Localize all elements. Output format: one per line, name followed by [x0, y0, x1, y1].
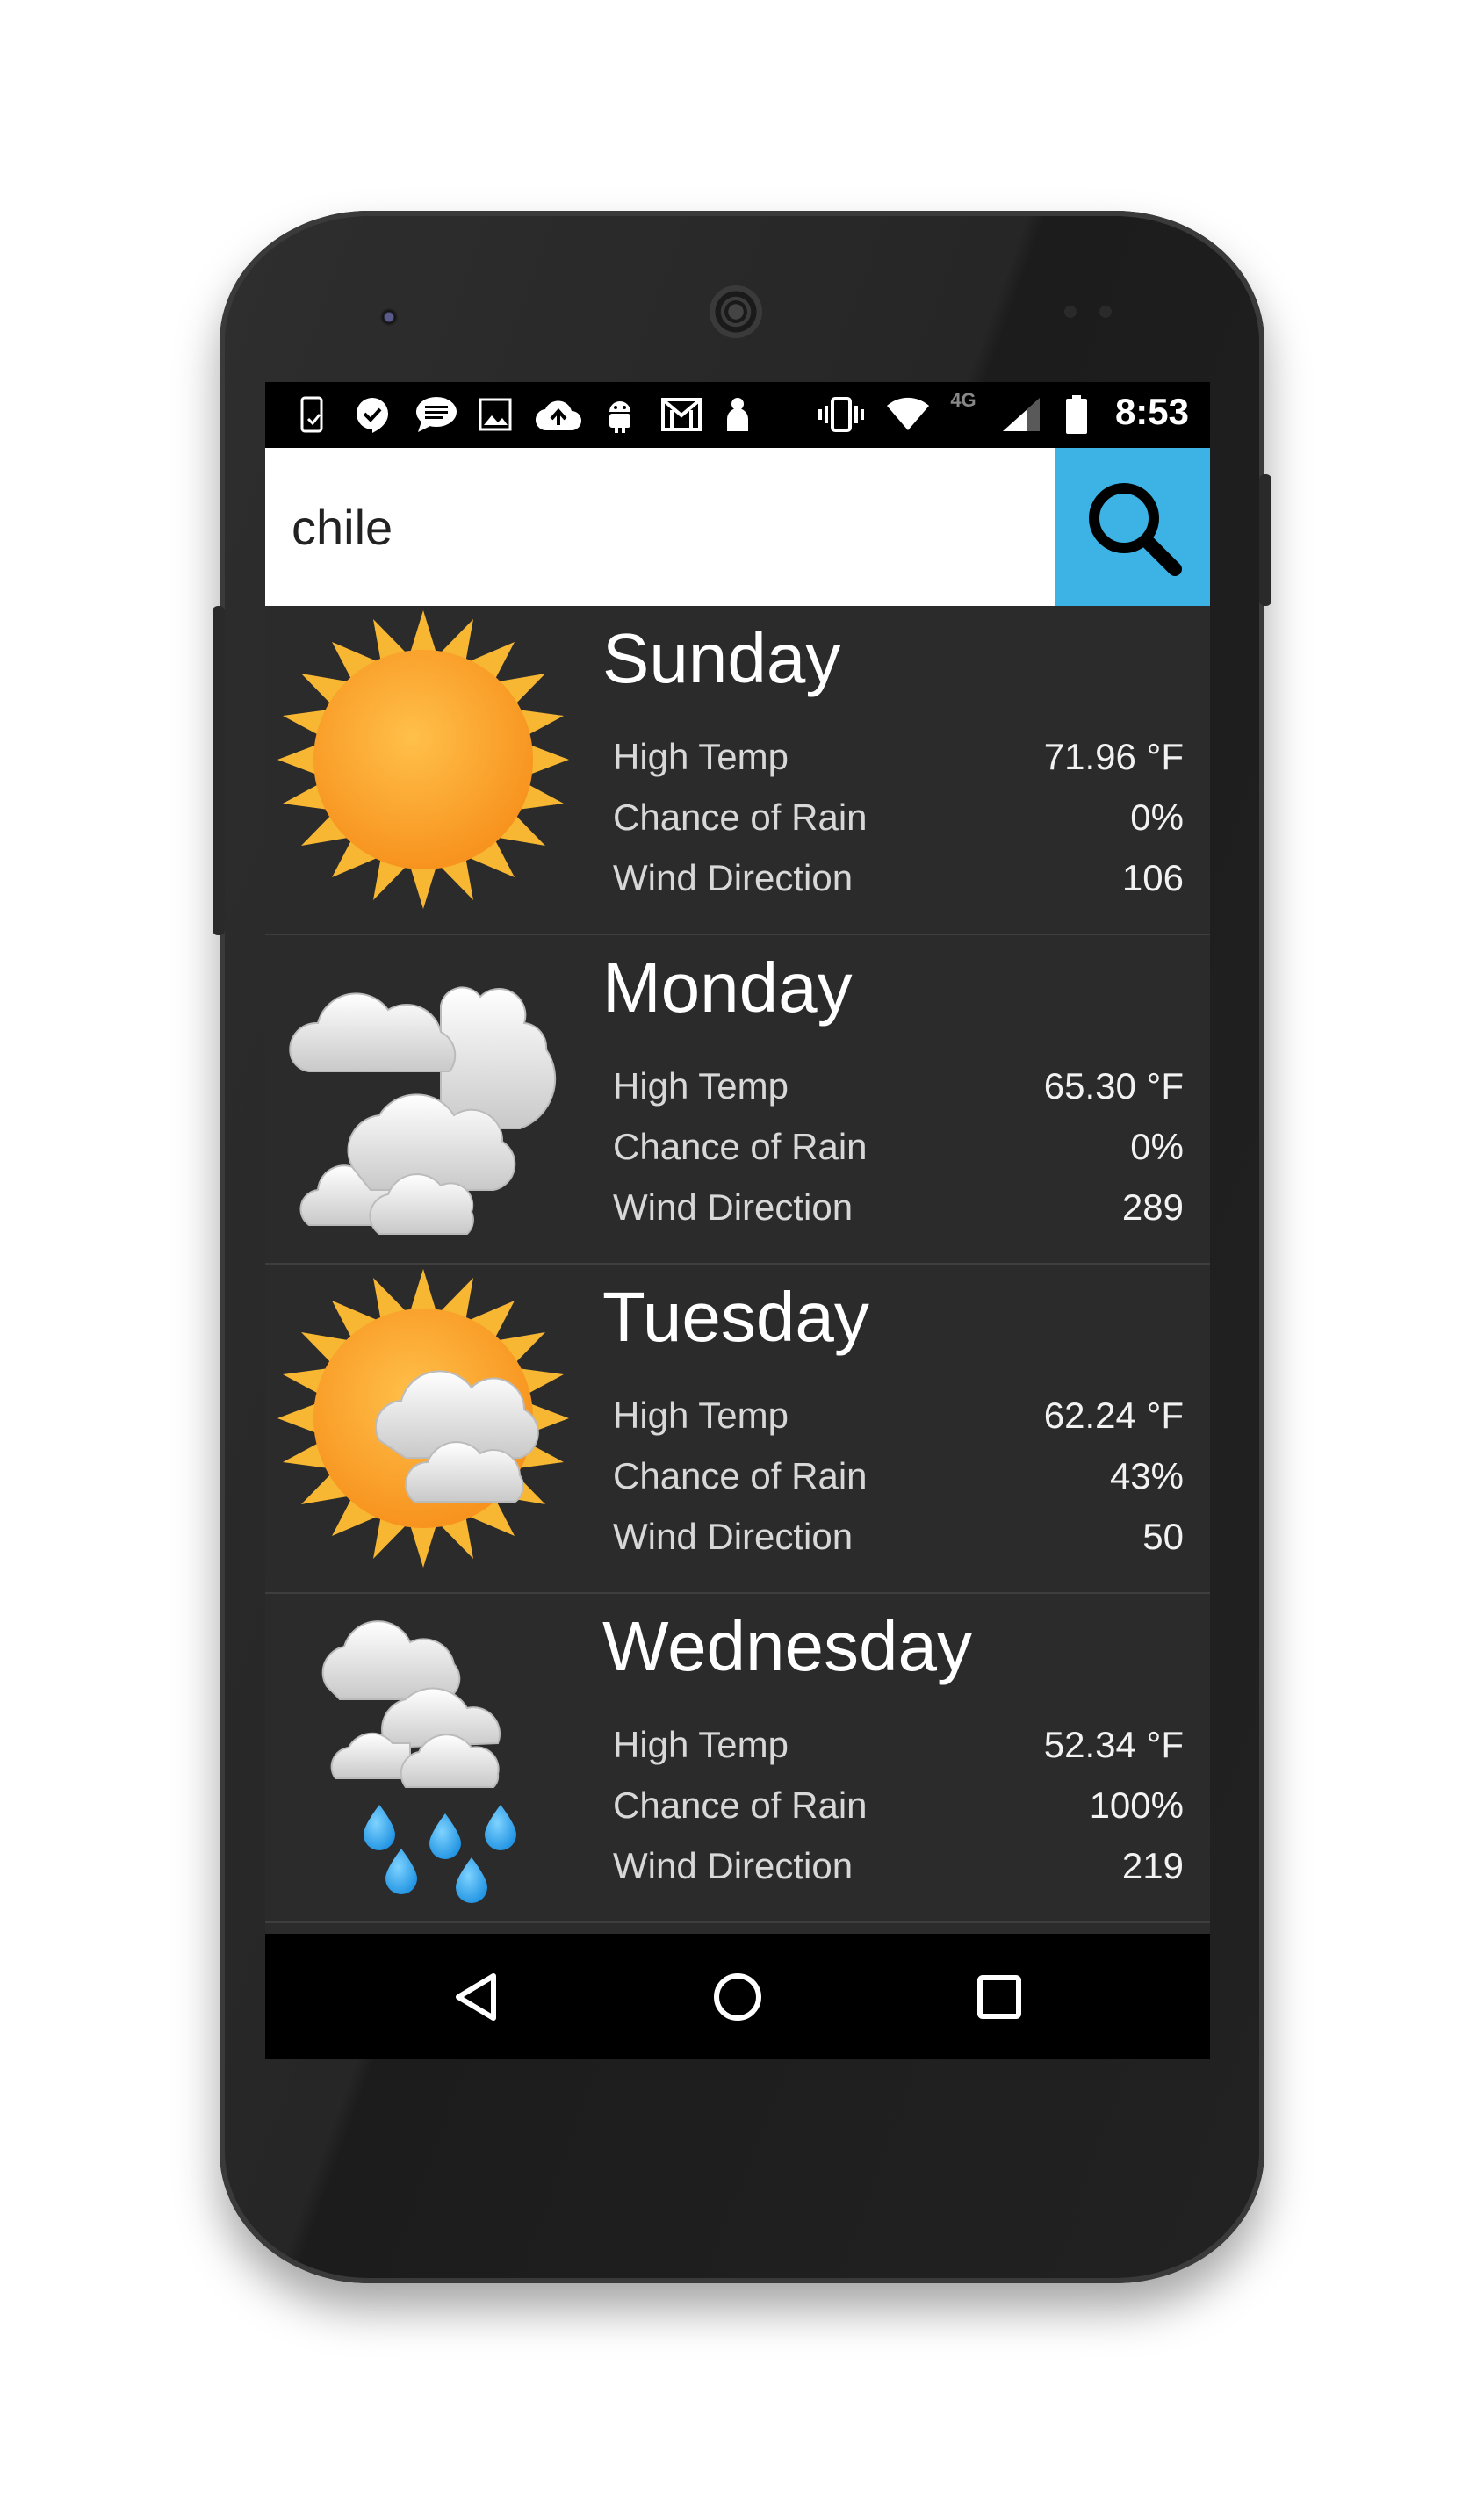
gmail-icon	[660, 394, 702, 435]
stat-value: 100%	[1089, 1784, 1184, 1826]
stat-label: High Temp	[613, 1395, 789, 1436]
stat-label: Chance of Rain	[613, 1784, 868, 1826]
forecast-row[interactable]: Sunday High Temp 71.96 °F Chance of Rain…	[265, 606, 1210, 935]
stat-value: 43%	[1109, 1455, 1184, 1496]
high-temp-stat: High Temp 52.34 °F	[613, 1724, 1184, 1777]
back-icon	[456, 1973, 496, 2021]
search-bar	[265, 448, 1210, 606]
day-name: Sunday	[602, 619, 841, 697]
signal-icon	[999, 394, 1043, 435]
home-icon	[714, 1973, 761, 2021]
stat-value: 219	[1121, 1845, 1184, 1886]
day-name: Monday	[602, 948, 853, 1027]
light-sensor	[1099, 306, 1112, 318]
stat-label: Wind Direction	[613, 1516, 854, 1557]
wind-stat: Wind Direction 289	[613, 1186, 1184, 1239]
wind-stat: Wind Direction 106	[613, 857, 1184, 910]
cloud-upload-icon	[534, 394, 583, 435]
home-button[interactable]	[702, 1962, 773, 2032]
wifi-icon	[885, 394, 931, 435]
power-button	[1259, 474, 1271, 606]
volume-button	[213, 606, 225, 935]
status-time: 8:53	[1114, 391, 1189, 432]
forecast-list[interactable]: Sunday High Temp 71.96 °F Chance of Rain…	[265, 606, 1210, 1923]
image-icon	[478, 394, 513, 435]
phone-screen: 4G 8:53 chile Sunday High Temp 71.96 °F …	[265, 382, 1210, 2059]
stat-label: Chance of Rain	[613, 797, 868, 838]
rain-stat: Chance of Rain 43%	[613, 1455, 1184, 1508]
stat-label: High Temp	[613, 736, 789, 777]
stat-value: 71.96 °F	[1043, 736, 1184, 777]
day-name: Tuesday	[602, 1278, 869, 1356]
stat-value: 106	[1121, 857, 1184, 898]
forecast-row[interactable]: Monday High Temp 65.30 °F Chance of Rain…	[265, 935, 1210, 1265]
stat-label: Wind Direction	[613, 1845, 854, 1886]
search-icon	[1089, 483, 1182, 576]
high-temp-stat: High Temp 71.96 °F	[613, 736, 1184, 789]
stat-value: 65.30 °F	[1043, 1065, 1184, 1107]
network-type-label: 4G	[950, 389, 976, 411]
day-name: Wednesday	[602, 1607, 973, 1685]
vibrate-icon	[817, 394, 866, 435]
stat-value: 289	[1121, 1186, 1184, 1228]
rain-stat: Chance of Rain 0%	[613, 1126, 1184, 1179]
search-input[interactable]	[265, 448, 1055, 606]
proximity-sensor	[1064, 306, 1077, 318]
stat-label: Wind Direction	[613, 1186, 854, 1228]
forecast-row[interactable]: Tuesday High Temp 62.24 °F Chance of Rai…	[265, 1265, 1210, 1594]
cloudy-icon	[274, 935, 573, 1260]
forecast-row[interactable]: Wednesday High Temp 52.34 °F Chance of R…	[265, 1594, 1210, 1923]
stat-label: Wind Direction	[613, 857, 854, 898]
status-bar: 4G 8:53	[265, 382, 1210, 448]
earpiece-speaker	[710, 285, 762, 338]
high-temp-stat: High Temp 62.24 °F	[613, 1395, 1184, 1447]
rain-icon	[274, 1594, 573, 1919]
navigation-bar	[265, 1934, 1210, 2059]
messages-icon	[413, 394, 460, 435]
high-temp-stat: High Temp 65.30 °F	[613, 1065, 1184, 1118]
android-icon	[602, 394, 638, 435]
stat-label: High Temp	[613, 1065, 789, 1107]
phone-sync-icon	[295, 394, 330, 435]
sun-icon	[274, 606, 573, 931]
search-button[interactable]	[1055, 448, 1210, 606]
partly-cloudy-icon	[274, 1265, 573, 1590]
stat-value: 52.34 °F	[1043, 1724, 1184, 1765]
stat-value: 0%	[1130, 1126, 1184, 1167]
wind-stat: Wind Direction 50	[613, 1516, 1184, 1568]
stat-value: 0%	[1130, 797, 1184, 838]
rain-stat: Chance of Rain 100%	[613, 1784, 1184, 1837]
person-icon	[722, 394, 753, 435]
battery-icon	[1063, 394, 1091, 435]
wind-stat: Wind Direction 219	[613, 1845, 1184, 1898]
front-camera	[379, 307, 399, 327]
back-button[interactable]	[443, 1962, 513, 2032]
hangouts-icon	[351, 394, 393, 435]
rain-stat: Chance of Rain 0%	[613, 797, 1184, 849]
recents-icon	[977, 1975, 1021, 2019]
stat-value: 62.24 °F	[1043, 1395, 1184, 1436]
stat-label: Chance of Rain	[613, 1126, 868, 1167]
stat-label: High Temp	[613, 1724, 789, 1765]
recents-button[interactable]	[964, 1962, 1034, 2032]
stat-value: 50	[1142, 1516, 1184, 1557]
stat-label: Chance of Rain	[613, 1455, 868, 1496]
